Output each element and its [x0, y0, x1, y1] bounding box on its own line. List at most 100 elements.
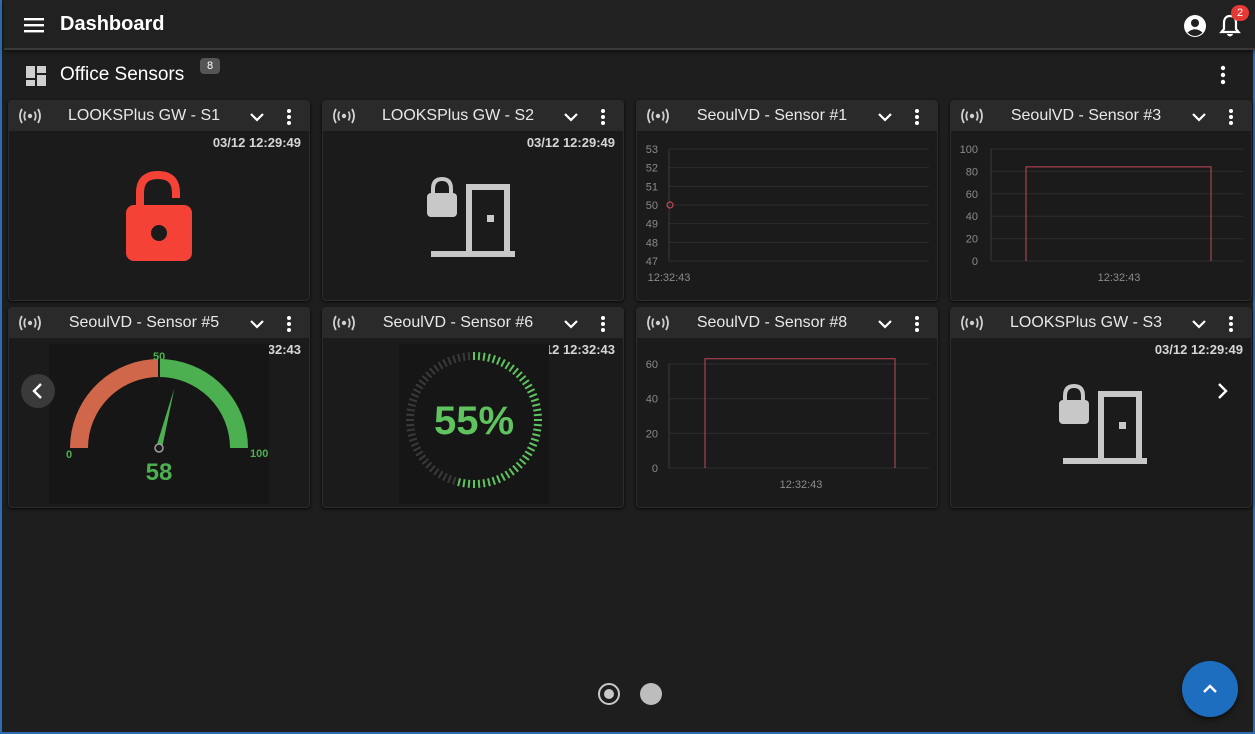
card-header: SeoulVD - Sensor #6	[323, 308, 623, 338]
ring-tick	[429, 464, 436, 473]
ring-tick	[491, 476, 496, 485]
sensor-card[interactable]: SeoulVD - Sensor #8 60 40 20 0 12:32:43	[636, 307, 938, 508]
sensor-8-chart: 60 40 20 0 12:32:43	[646, 358, 929, 491]
dashboard-view-icon	[26, 66, 46, 86]
x-tick-label: 12:32:43	[648, 272, 691, 284]
ring-tick	[410, 393, 419, 398]
more-vert-icon[interactable]	[907, 314, 927, 334]
ring-tick	[452, 355, 457, 364]
carousel-prev-button[interactable]	[21, 374, 55, 408]
ring-tick	[442, 358, 448, 367]
chevron-down-icon[interactable]	[875, 314, 895, 334]
ring-tick	[487, 478, 491, 487]
gauge-mid-label: 50	[153, 351, 165, 363]
ring-tick	[437, 361, 444, 370]
sensor-signal-icon	[333, 315, 355, 331]
app-frame: Dashboard 2 Office Sensors 8 LOOKSPlus G	[0, 0, 1255, 734]
menu-icon[interactable]	[22, 14, 46, 36]
sensor-card[interactable]: SeoulVD - Sensor #1 53 52 51 50 49 48 47 12:32:…	[636, 100, 938, 301]
chevron-down-icon[interactable]	[561, 314, 581, 334]
ring-tick	[452, 476, 457, 485]
card-body	[9, 131, 309, 300]
chevron-down-icon[interactable]	[247, 107, 267, 127]
card-title: SeoulVD - Sensor #6	[382, 314, 534, 331]
card-title: LOOKSPlus GW - S1	[67, 107, 221, 124]
ring-tick	[407, 433, 416, 437]
ring-tick	[462, 479, 466, 488]
ring-panel: 55%	[399, 344, 549, 504]
lock-open-icon	[126, 171, 192, 261]
chevron-down-icon[interactable]	[1189, 107, 1209, 127]
chevron-down-icon[interactable]	[875, 107, 895, 127]
ring-tick	[529, 442, 538, 447]
chevron-down-icon[interactable]	[247, 314, 267, 334]
ring-tick	[530, 398, 539, 403]
ring-tick	[532, 433, 541, 437]
sensor-card[interactable]: LOOKSPlus GW - S1 03/12 12:29:49	[8, 100, 310, 301]
chevron-down-icon[interactable]	[1189, 314, 1209, 334]
chevron-down-icon[interactable]	[561, 107, 581, 127]
card-body: 100 80 60 40 20 0 12:32:43	[951, 131, 1251, 300]
ring-tick	[447, 475, 452, 484]
ring-tick	[447, 356, 452, 365]
gauge-min-label: 0	[66, 449, 72, 461]
chevron-up-icon	[1203, 684, 1217, 693]
sensor-card[interactable]: SeoulVD - Sensor #6 03/12 12:32:43 55%	[322, 307, 624, 508]
ring-tick	[487, 353, 491, 362]
y-tick-label: 53	[646, 144, 658, 156]
y-tick-label: 0	[652, 463, 658, 475]
ring-tick	[527, 388, 536, 394]
more-vert-icon[interactable]	[593, 314, 613, 334]
card-title: LOOKSPlus GW - S3	[1009, 314, 1163, 331]
ring-tick	[533, 423, 542, 427]
ring-tick	[482, 479, 486, 488]
more-vert-icon[interactable]	[1221, 107, 1241, 127]
ring-tick	[512, 464, 519, 473]
page-dot-2[interactable]	[640, 683, 662, 705]
ring-tick	[504, 361, 511, 370]
ring-tick	[433, 467, 440, 476]
ring-tick	[415, 450, 424, 457]
sensor-signal-icon	[961, 315, 983, 331]
data-series-line	[704, 358, 896, 468]
sensor-1-chart: 53 52 51 50 49 48 47 12:32:43	[646, 144, 929, 284]
sensor-signal-icon	[647, 108, 669, 124]
card-header: LOOKSPlus GW - S3	[951, 308, 1251, 338]
more-vert-icon[interactable]	[279, 107, 299, 127]
sensor-card[interactable]: LOOKSPlus GW - S2 03/12 12:29:49	[322, 100, 624, 301]
sensor-count-badge: 8	[200, 58, 220, 74]
scroll-to-top-button[interactable]	[1182, 661, 1238, 717]
more-vert-icon[interactable]	[1212, 64, 1234, 86]
ring-tick	[530, 437, 539, 442]
ring-tick	[418, 379, 427, 386]
ring-tick	[533, 413, 542, 417]
y-tick-label: 40	[966, 211, 978, 223]
ring-tick	[406, 428, 415, 432]
sensor-signal-icon	[647, 315, 669, 331]
ring-tick	[409, 398, 418, 403]
chevron-right-icon	[1218, 383, 1228, 399]
gauge-low-arc	[70, 359, 160, 449]
sensor-card[interactable]: LOOKSPlus GW - S3 03/12 12:29:49	[950, 307, 1252, 508]
sensor-card[interactable]: SeoulVD - Sensor #3 100 80 60 40 20 0 12:32:43	[950, 100, 1252, 301]
carousel-next-button[interactable]	[1208, 376, 1238, 406]
ring-tick	[518, 375, 527, 382]
ring-tick	[412, 446, 421, 452]
ring-tick	[425, 371, 433, 379]
y-tick-label: 60	[966, 189, 978, 201]
gauge-widget: 0 50 100 58	[66, 351, 268, 486]
ring-tick	[515, 461, 523, 469]
y-tick-label: 80	[966, 166, 978, 178]
page-dot-1-active[interactable]	[598, 683, 620, 705]
ring-tick	[406, 423, 415, 427]
y-tick-label: 100	[960, 144, 978, 156]
ring-tick	[467, 352, 471, 361]
more-vert-icon[interactable]	[593, 107, 613, 127]
more-vert-icon[interactable]	[1221, 314, 1241, 334]
account-icon[interactable]	[1182, 13, 1208, 39]
ring-tick	[442, 473, 448, 482]
more-vert-icon[interactable]	[279, 314, 299, 334]
more-vert-icon[interactable]	[907, 107, 927, 127]
ring-tick	[457, 478, 461, 487]
ring-tick	[410, 442, 419, 447]
